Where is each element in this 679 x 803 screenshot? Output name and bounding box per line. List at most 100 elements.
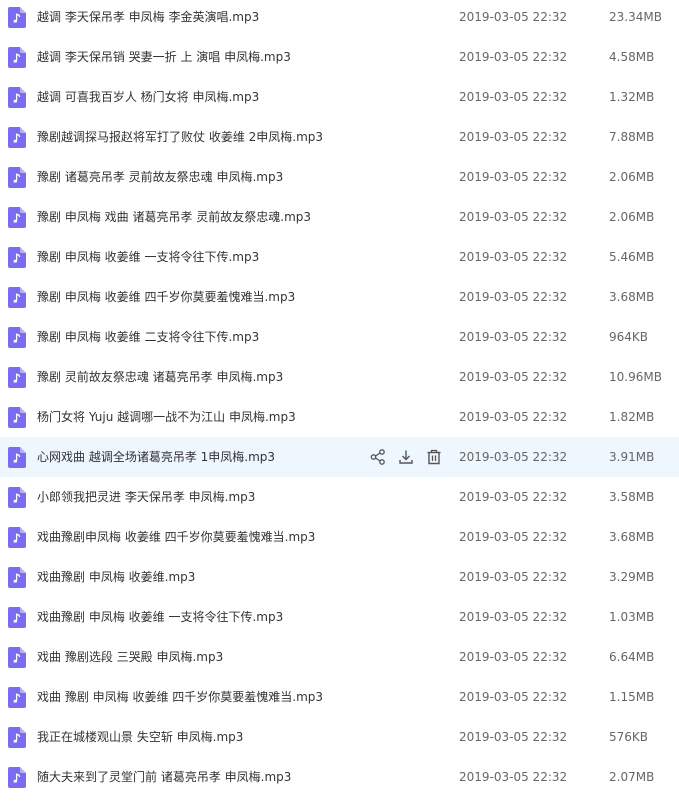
audio-file-icon <box>8 487 26 508</box>
file-modified-date: 2019-03-05 22:32 <box>459 370 568 384</box>
file-row[interactable]: 小郎领我把灵进 李天保吊孝 申凤梅.mp3 2019-03-05 22:32 3… <box>0 477 679 517</box>
file-size: 1.15MB <box>609 690 655 704</box>
download-icon[interactable] <box>397 448 415 466</box>
audio-file-icon <box>8 447 26 468</box>
file-row[interactable]: 豫剧越调探马报赵将军打了败仗 收姜维 2申凤梅.mp3 2019-03-05 2… <box>0 117 679 157</box>
file-size: 2.06MB <box>609 210 655 224</box>
file-size: 3.29MB <box>609 570 655 584</box>
file-name[interactable]: 豫剧 申凤梅 收姜维 二支将令往下传.mp3 <box>37 317 259 357</box>
audio-file-icon <box>8 767 26 788</box>
file-modified-date: 2019-03-05 22:32 <box>459 250 568 264</box>
file-size: 3.68MB <box>609 530 655 544</box>
file-size: 4.58MB <box>609 50 655 64</box>
file-row[interactable]: 越调 李天保吊孝 申凤梅 李金英演唱.mp3 2019-03-05 22:32 … <box>0 0 679 37</box>
audio-file-icon <box>8 527 26 548</box>
file-size: 2.06MB <box>609 170 655 184</box>
file-size: 23.34MB <box>609 10 662 24</box>
file-name[interactable]: 戏曲豫剧 申凤梅 收姜维.mp3 <box>37 557 195 597</box>
file-modified-date: 2019-03-05 22:32 <box>459 610 568 624</box>
file-name[interactable]: 随大夫来到了灵堂门前 诸葛亮吊孝 申凤梅.mp3 <box>37 757 291 797</box>
audio-file-icon <box>8 647 26 668</box>
audio-file-icon <box>8 727 26 748</box>
file-name[interactable]: 我正在城楼观山景 失空斩 申凤梅.mp3 <box>37 717 243 757</box>
file-row[interactable]: 戏曲 豫剧 申凤梅 收姜维 四千岁你莫要羞愧难当.mp3 2019-03-05 … <box>0 677 679 717</box>
file-modified-date: 2019-03-05 22:32 <box>459 210 568 224</box>
file-modified-date: 2019-03-05 22:32 <box>459 490 568 504</box>
audio-file-icon <box>8 687 26 708</box>
file-name[interactable]: 戏曲 豫剧选段 三哭殿 申凤梅.mp3 <box>37 637 223 677</box>
file-name[interactable]: 豫剧 申凤梅 收姜维 一支将令往下传.mp3 <box>37 237 259 277</box>
file-row[interactable]: 豫剧 申凤梅 收姜维 四千岁你莫要羞愧难当.mp3 2019-03-05 22:… <box>0 277 679 317</box>
file-name[interactable]: 杨门女将 Yuju 越调哪一战不为江山 申凤梅.mp3 <box>37 397 296 437</box>
audio-file-icon <box>8 607 26 628</box>
file-row[interactable]: 豫剧 灵前故友祭忠魂 诸葛亮吊孝 申凤梅.mp3 2019-03-05 22:3… <box>0 357 679 397</box>
file-size: 576KB <box>609 730 649 744</box>
audio-file-icon <box>8 407 26 428</box>
file-name[interactable]: 戏曲豫剧 申凤梅 收姜维 一支将令往下传.mp3 <box>37 597 283 637</box>
file-modified-date: 2019-03-05 22:32 <box>459 650 568 664</box>
file-name[interactable]: 越调 李天保吊孝 申凤梅 李金英演唱.mp3 <box>37 0 259 37</box>
file-modified-date: 2019-03-05 22:32 <box>459 410 568 424</box>
row-actions <box>369 448 443 466</box>
file-modified-date: 2019-03-05 22:32 <box>459 330 568 344</box>
file-row[interactable]: 豫剧 申凤梅 戏曲 诸葛亮吊孝 灵前故友祭忠魂.mp3 2019-03-05 2… <box>0 197 679 237</box>
file-row[interactable]: 杨门女将 Yuju 越调哪一战不为江山 申凤梅.mp3 2019-03-05 2… <box>0 397 679 437</box>
file-row[interactable]: 戏曲 豫剧选段 三哭殿 申凤梅.mp3 2019-03-05 22:32 6.6… <box>0 637 679 677</box>
file-modified-date: 2019-03-05 22:32 <box>459 730 568 744</box>
file-name[interactable]: 心网戏曲 越调全场诸葛亮吊孝 1申凤梅.mp3 <box>37 437 275 477</box>
file-modified-date: 2019-03-05 22:32 <box>459 770 568 784</box>
audio-file-icon <box>8 167 26 188</box>
audio-file-icon <box>8 127 26 148</box>
file-modified-date: 2019-03-05 22:32 <box>459 450 568 464</box>
file-modified-date: 2019-03-05 22:32 <box>459 170 568 184</box>
file-size: 2.07MB <box>609 770 655 784</box>
file-modified-date: 2019-03-05 22:32 <box>459 290 568 304</box>
file-modified-date: 2019-03-05 22:32 <box>459 530 568 544</box>
file-size: 3.58MB <box>609 490 655 504</box>
file-name[interactable]: 豫剧 申凤梅 收姜维 四千岁你莫要羞愧难当.mp3 <box>37 277 295 317</box>
file-name[interactable]: 戏曲豫剧申凤梅 收姜维 四千岁你莫要羞愧难当.mp3 <box>37 517 315 557</box>
file-row[interactable]: 越调 李天保吊销 哭妻一折 上 演唱 申凤梅.mp3 2019-03-05 22… <box>0 37 679 77</box>
file-row[interactable]: 豫剧 诸葛亮吊孝 灵前故友祭忠魂 申凤梅.mp3 2019-03-05 22:3… <box>0 157 679 197</box>
trash-icon[interactable] <box>425 448 443 466</box>
file-size: 1.03MB <box>609 610 655 624</box>
file-size: 964KB <box>609 330 649 344</box>
file-row[interactable]: 我正在城楼观山景 失空斩 申凤梅.mp3 2019-03-05 22:32 57… <box>0 717 679 757</box>
file-row[interactable]: 心网戏曲 越调全场诸葛亮吊孝 1申凤梅.mp3 2019-03-05 22:32… <box>0 437 679 477</box>
file-modified-date: 2019-03-05 22:32 <box>459 570 568 584</box>
file-row[interactable]: 豫剧 申凤梅 收姜维 二支将令往下传.mp3 2019-03-05 22:32 … <box>0 317 679 357</box>
file-modified-date: 2019-03-05 22:32 <box>459 690 568 704</box>
file-row[interactable]: 戏曲豫剧 申凤梅 收姜维 一支将令往下传.mp3 2019-03-05 22:3… <box>0 597 679 637</box>
file-list: 越调 李天保吊孝 申凤梅 李金英演唱.mp3 2019-03-05 22:32 … <box>0 0 679 803</box>
audio-file-icon <box>8 287 26 308</box>
share-icon[interactable] <box>369 448 387 466</box>
file-size: 3.91MB <box>609 450 655 464</box>
audio-file-icon <box>8 87 26 108</box>
file-size: 1.82MB <box>609 410 655 424</box>
file-modified-date: 2019-03-05 22:32 <box>459 90 568 104</box>
file-modified-date: 2019-03-05 22:32 <box>459 10 568 24</box>
file-row[interactable]: 戏曲豫剧申凤梅 收姜维 四千岁你莫要羞愧难当.mp3 2019-03-05 22… <box>0 517 679 557</box>
file-modified-date: 2019-03-05 22:32 <box>459 130 568 144</box>
file-name[interactable]: 豫剧越调探马报赵将军打了败仗 收姜维 2申凤梅.mp3 <box>37 117 323 157</box>
file-size: 3.68MB <box>609 290 655 304</box>
file-name[interactable]: 豫剧 灵前故友祭忠魂 诸葛亮吊孝 申凤梅.mp3 <box>37 357 283 397</box>
audio-file-icon <box>8 7 26 28</box>
file-row[interactable]: 随大夫来到了灵堂门前 诸葛亮吊孝 申凤梅.mp3 2019-03-05 22:3… <box>0 757 679 797</box>
file-name[interactable]: 小郎领我把灵进 李天保吊孝 申凤梅.mp3 <box>37 477 255 517</box>
audio-file-icon <box>8 247 26 268</box>
file-size: 1.32MB <box>609 90 655 104</box>
file-name[interactable]: 豫剧 申凤梅 戏曲 诸葛亮吊孝 灵前故友祭忠魂.mp3 <box>37 197 311 237</box>
file-row[interactable]: 豫剧 申凤梅 收姜维 一支将令往下传.mp3 2019-03-05 22:32 … <box>0 237 679 277</box>
file-row[interactable]: 越调 可喜我百岁人 杨门女将 申凤梅.mp3 2019-03-05 22:32 … <box>0 77 679 117</box>
file-name[interactable]: 豫剧 诸葛亮吊孝 灵前故友祭忠魂 申凤梅.mp3 <box>37 157 283 197</box>
audio-file-icon <box>8 327 26 348</box>
file-row[interactable]: 戏曲豫剧 申凤梅 收姜维.mp3 2019-03-05 22:32 3.29MB <box>0 557 679 597</box>
file-size: 10.96MB <box>609 370 662 384</box>
file-name[interactable]: 越调 可喜我百岁人 杨门女将 申凤梅.mp3 <box>37 77 259 117</box>
audio-file-icon <box>8 567 26 588</box>
file-name[interactable]: 戏曲 豫剧 申凤梅 收姜维 四千岁你莫要羞愧难当.mp3 <box>37 677 323 717</box>
audio-file-icon <box>8 47 26 68</box>
file-name[interactable]: 越调 李天保吊销 哭妻一折 上 演唱 申凤梅.mp3 <box>37 37 291 77</box>
audio-file-icon <box>8 367 26 388</box>
